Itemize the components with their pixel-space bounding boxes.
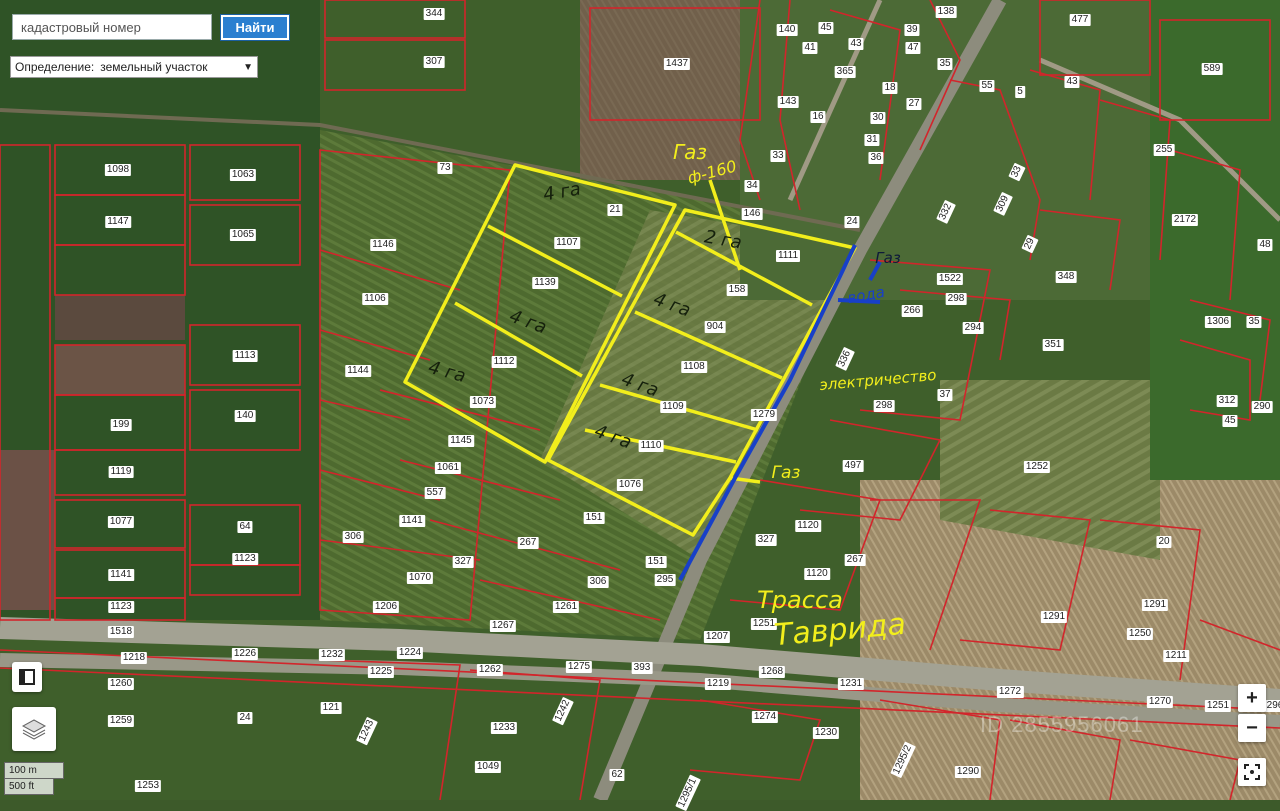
terrain-plowed-field	[0, 450, 55, 610]
chevron-down-icon: ▼	[243, 61, 253, 73]
search-button[interactable]: Найти	[220, 14, 290, 41]
definition-label: Определение:	[15, 60, 95, 74]
search-input[interactable]	[12, 14, 212, 40]
plus-icon: +	[1246, 686, 1258, 709]
layers-button[interactable]	[12, 707, 56, 751]
terrain-plowed-field	[55, 345, 185, 395]
terrain-green-east	[1150, 0, 1280, 480]
zoom-in-button[interactable]: +	[1238, 684, 1266, 712]
watermark: ID 2855956061	[980, 712, 1144, 737]
terrain-plowed-field	[55, 295, 185, 340]
fullscreen-icon	[1244, 764, 1260, 780]
legend-button[interactable]	[12, 662, 42, 692]
fullscreen-button[interactable]	[1238, 758, 1266, 786]
zoom-out-button[interactable]: −	[1238, 714, 1266, 742]
minus-icon: −	[1246, 716, 1258, 739]
layers-icon	[21, 719, 47, 740]
scale-metric: 100 m	[4, 762, 64, 779]
legend-icon	[19, 669, 35, 685]
satellite-map[interactable]	[0, 0, 1280, 800]
scale-bar: 100 m 500 ft	[4, 762, 64, 795]
definition-select[interactable]: Определение: земельный участок ▼	[10, 56, 258, 78]
definition-value: земельный участок	[100, 60, 208, 74]
scale-imperial: 500 ft	[4, 779, 54, 795]
